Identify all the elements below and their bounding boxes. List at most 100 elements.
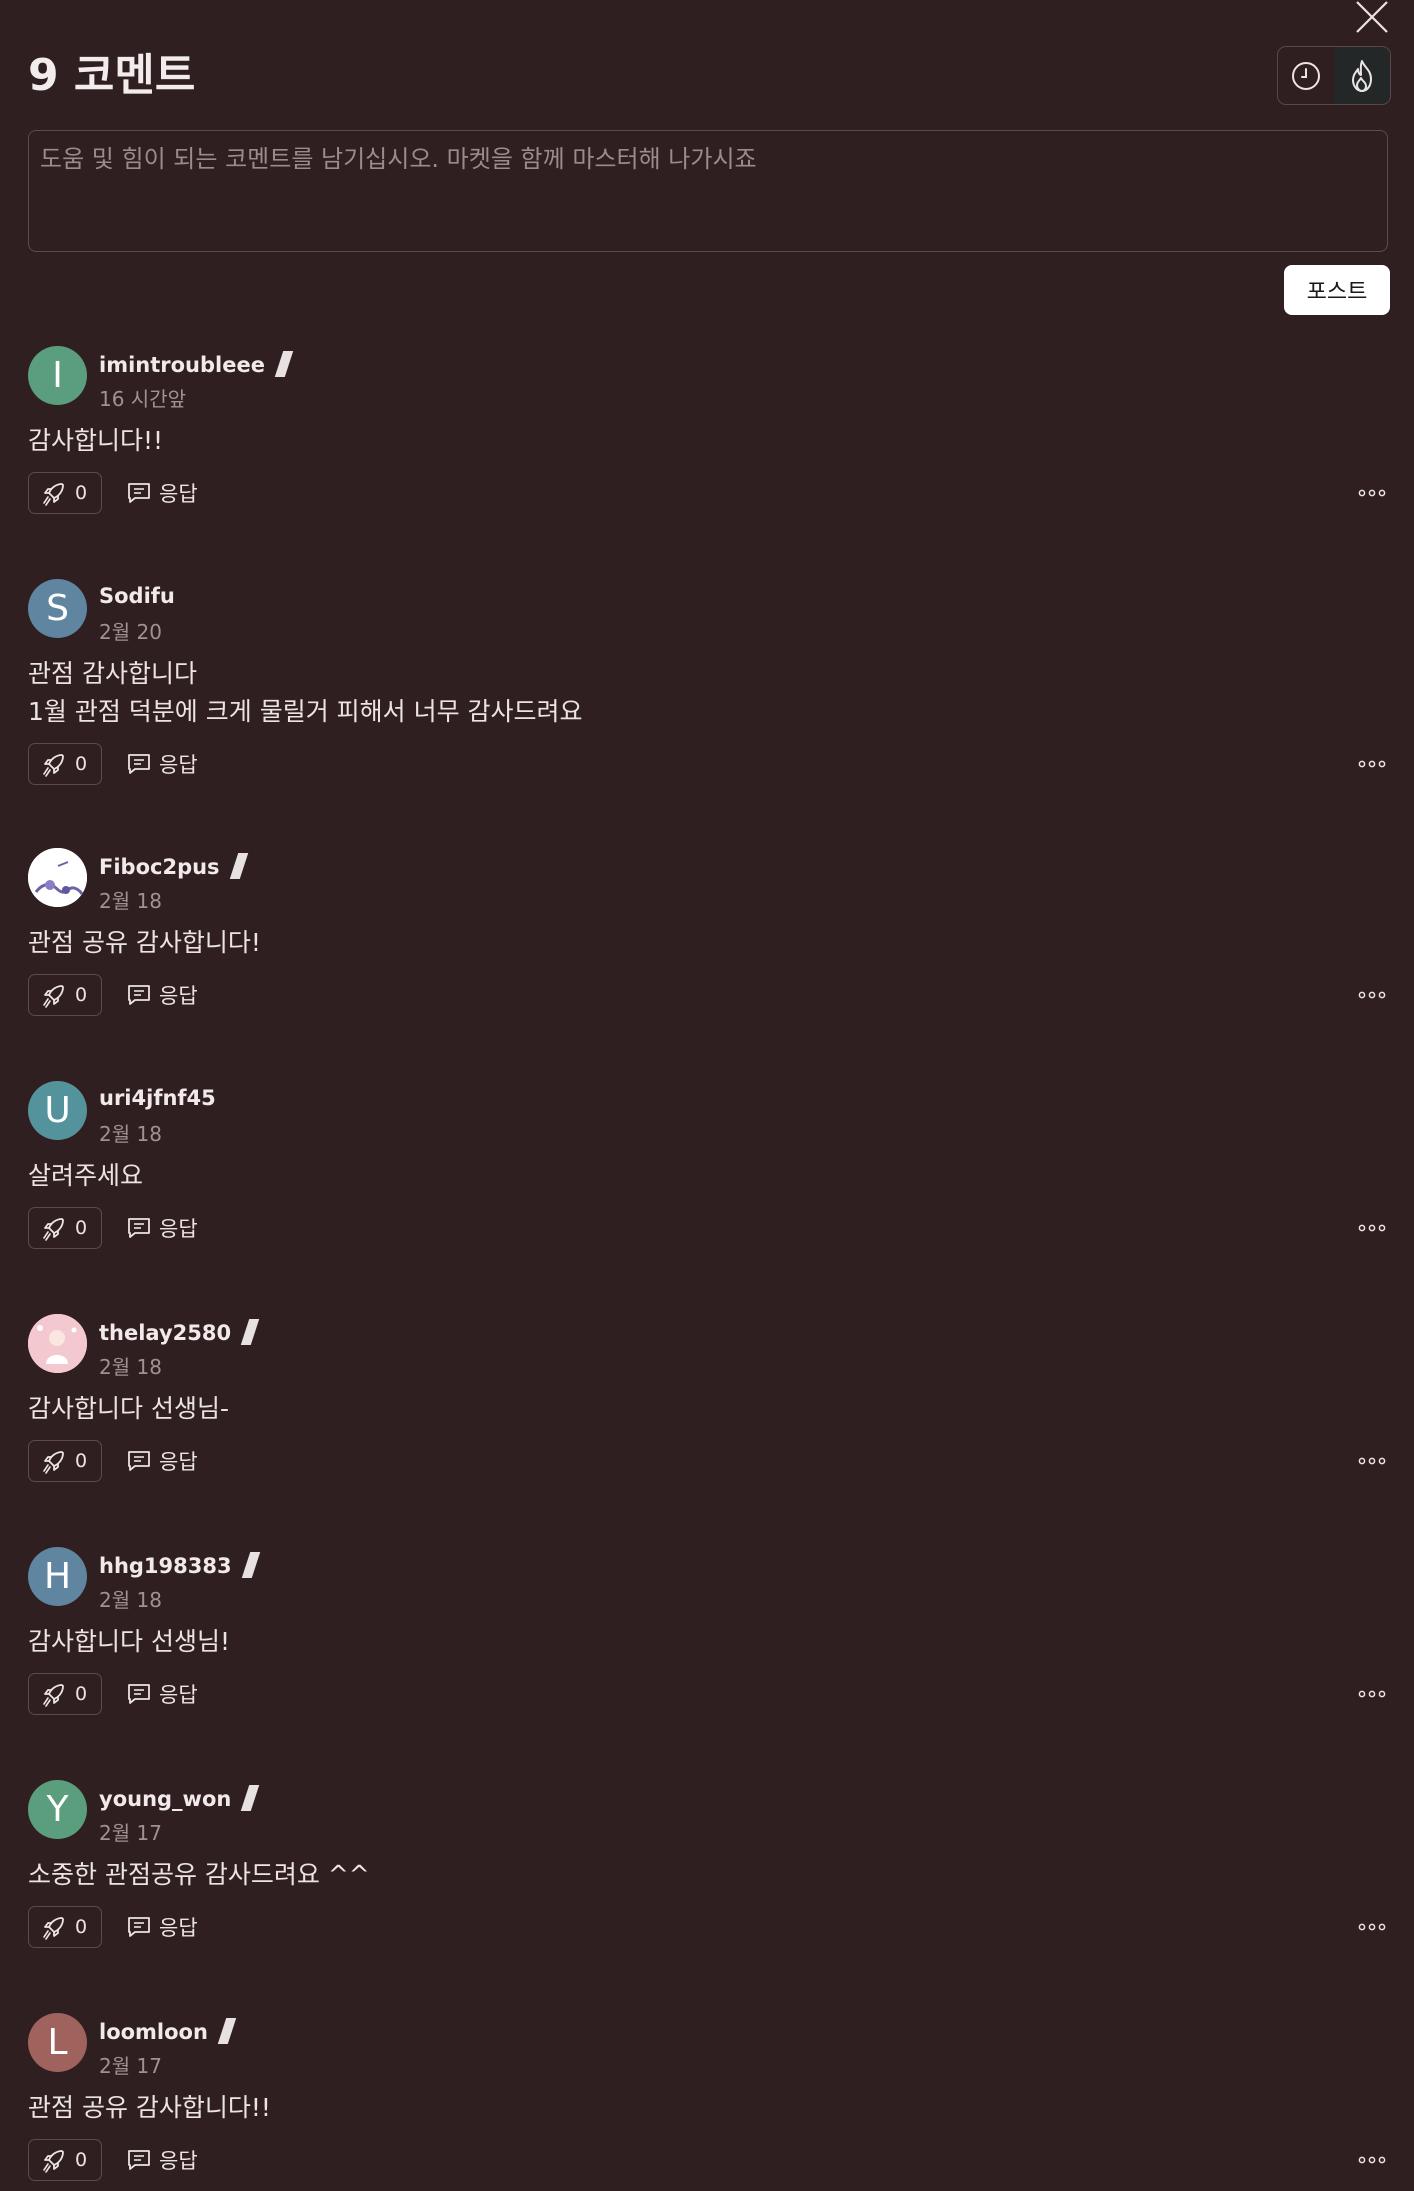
comment-body: 관점 감사합니다 1월 관점 덕분에 크게 물릴거 피해서 너무 감사드려요: [28, 655, 583, 731]
reply-button[interactable]: 응답: [127, 1440, 198, 1482]
username[interactable]: thelay2580: [99, 1321, 231, 1345]
reply-button[interactable]: 응답: [127, 1906, 198, 1948]
comment-timestamp: 16 시간앞: [99, 387, 187, 411]
more-options-button[interactable]: [1355, 482, 1389, 504]
close-icon: [1356, 1, 1388, 33]
reply-label: 응답: [159, 1217, 198, 1241]
avatar[interactable]: [28, 1314, 87, 1373]
rocket-icon: [43, 754, 64, 777]
rocket-icon: [43, 483, 64, 506]
comment-body: 감사합니다!!: [28, 422, 163, 460]
boost-button[interactable]: 0: [28, 472, 102, 514]
username[interactable]: young_won: [99, 1787, 231, 1811]
comment-body: 살려주세요: [28, 1157, 143, 1195]
boost-button[interactable]: 0: [28, 1440, 102, 1482]
comment-input[interactable]: [28, 130, 1388, 252]
avatar[interactable]: U: [28, 1081, 87, 1140]
comment-timestamp: 2월 18: [99, 889, 162, 913]
post-button[interactable]: 포스트: [1284, 265, 1390, 315]
reply-label: 응답: [159, 984, 198, 1008]
reply-button[interactable]: 응답: [127, 974, 198, 1016]
comment-text-line: 소중한 관점공유 감사드려요 ^^: [28, 1860, 370, 1889]
reply-label: 응답: [159, 753, 198, 777]
clock-icon: [1292, 61, 1320, 90]
username[interactable]: Sodifu: [99, 584, 175, 608]
boost-count: 0: [75, 1916, 88, 1938]
more-options-button[interactable]: [1355, 1916, 1389, 1938]
avatar[interactable]: Y: [28, 1780, 87, 1839]
username[interactable]: loomloon: [99, 2020, 208, 2044]
comment-timestamp: 2월 20: [99, 620, 162, 644]
boost-button[interactable]: 0: [28, 743, 102, 785]
avatar[interactable]: L: [28, 2013, 87, 2072]
more-options-button[interactable]: [1355, 1683, 1389, 1705]
close-button[interactable]: [1355, 0, 1389, 34]
more-options-button[interactable]: [1355, 1217, 1389, 1239]
user-badge-icon: [274, 351, 294, 377]
more-icon: [1358, 489, 1386, 497]
avatar[interactable]: S: [28, 579, 87, 638]
fire-icon: [1352, 59, 1372, 92]
reply-button[interactable]: 응답: [127, 743, 198, 785]
avatar-image: [28, 1314, 87, 1373]
username[interactable]: Fiboc2pus: [99, 855, 220, 879]
avatar-image: [28, 848, 87, 907]
reply-icon: [128, 1684, 150, 1704]
reply-button[interactable]: 응답: [127, 472, 198, 514]
boost-count: 0: [75, 1683, 88, 1705]
reply-label: 응답: [159, 482, 198, 506]
more-icon: [1358, 760, 1386, 768]
reply-icon: [128, 985, 150, 1005]
user-badge-icon: [240, 1319, 260, 1345]
comment-timestamp: 2월 18: [99, 1355, 162, 1379]
comment-text-line: 관점 공유 감사합니다!: [28, 928, 261, 957]
more-icon: [1358, 1690, 1386, 1698]
reply-button[interactable]: 응답: [127, 1673, 198, 1715]
more-options-button[interactable]: [1355, 753, 1389, 775]
reply-label: 응답: [159, 1683, 198, 1707]
sort-toggle: [1277, 46, 1391, 105]
more-icon: [1358, 991, 1386, 999]
comment-actions: 0 응답: [28, 2139, 1390, 2181]
user-badge-icon: [217, 2018, 237, 2044]
boost-button[interactable]: 0: [28, 1207, 102, 1249]
rocket-icon: [43, 1917, 64, 1940]
comment-body: 감사합니다 선생님-: [28, 1390, 229, 1428]
sort-recent-button[interactable]: [1278, 47, 1334, 104]
reply-button[interactable]: 응답: [127, 2139, 198, 2181]
reply-icon: [128, 1218, 150, 1238]
boost-button[interactable]: 0: [28, 1906, 102, 1948]
comment-body: 관점 공유 감사합니다!!: [28, 2089, 271, 2127]
more-icon: [1358, 1457, 1386, 1465]
username[interactable]: uri4jfnf45: [99, 1086, 216, 1110]
comments-title: 9 코멘트: [28, 50, 196, 101]
sort-popular-button[interactable]: [1334, 47, 1390, 104]
boost-button[interactable]: 0: [28, 2139, 102, 2181]
user-badge-icon: [241, 1785, 260, 1811]
username-row: loomloon: [99, 2018, 237, 2044]
comment-text-line: 1월 관점 덕분에 크게 물릴거 피해서 너무 감사드려요: [28, 697, 583, 726]
reply-button[interactable]: 응답: [127, 1207, 198, 1249]
avatar[interactable]: I: [28, 346, 87, 405]
comment-actions: 0 응답: [28, 1906, 1390, 1948]
comment-timestamp: 2월 18: [99, 1588, 162, 1612]
more-options-button[interactable]: [1355, 984, 1389, 1006]
rocket-icon: [43, 2150, 64, 2173]
boost-button[interactable]: 0: [28, 974, 102, 1016]
user-badge-icon: [229, 853, 248, 879]
boost-count: 0: [75, 1217, 88, 1239]
avatar[interactable]: H: [28, 1547, 87, 1606]
username-row: Fiboc2pus: [99, 853, 248, 879]
boost-button[interactable]: 0: [28, 1673, 102, 1715]
comment-timestamp: 2월 17: [99, 1821, 162, 1845]
username[interactable]: hhg198383: [99, 1554, 232, 1578]
reply-label: 응답: [159, 1916, 198, 1940]
more-options-button[interactable]: [1355, 1450, 1389, 1472]
more-options-button[interactable]: [1355, 2149, 1389, 2171]
rocket-icon: [43, 985, 64, 1008]
username[interactable]: imintroubleee: [99, 353, 265, 377]
comment-body: 감사합니다 선생님!: [28, 1623, 230, 1661]
username-row: thelay2580: [99, 1319, 260, 1345]
avatar[interactable]: [28, 848, 87, 907]
username-row: hhg198383: [99, 1552, 260, 1578]
